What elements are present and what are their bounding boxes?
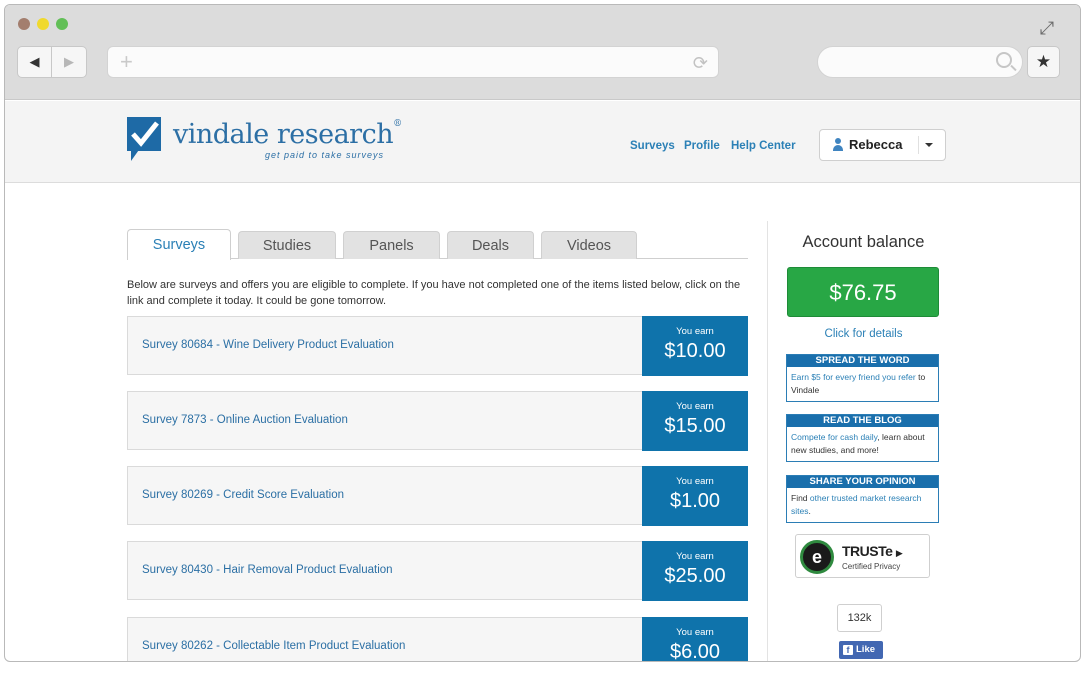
tab-surveys[interactable]: Surveys — [127, 229, 231, 260]
content-tabs: Surveys Studies Panels Deals Videos — [127, 229, 748, 260]
close-window-button[interactable] — [18, 18, 30, 30]
chevron-down-icon[interactable] — [925, 143, 933, 147]
browser-window: ⤢ ◀ ▶ + ⟳ ★ vindale research® get paid t… — [4, 4, 1081, 662]
user-menu-button[interactable]: Rebecca — [819, 129, 946, 161]
promo-link[interactable]: Compete for cash daily — [791, 432, 877, 442]
forward-button[interactable]: ▶ — [52, 46, 87, 78]
survey-row[interactable]: Survey 80430 - Hair Removal Product Eval… — [127, 541, 748, 601]
facebook-icon: f — [843, 645, 853, 655]
truste-seal-icon: e — [800, 540, 834, 574]
user-name: Rebecca — [849, 137, 903, 152]
user-icon — [832, 138, 844, 152]
truste-name: TRUSTe ▶ — [842, 543, 903, 559]
earn-label: You earn — [676, 401, 714, 412]
logo-wordmark: vindale research® — [173, 119, 402, 150]
promo-heading: READ THE BLOG — [787, 415, 938, 427]
promo-heading: SPREAD THE WORD — [787, 355, 938, 367]
earn-value: $10.00 — [664, 340, 726, 362]
earn-badge[interactable]: You earn $6.00 — [642, 617, 748, 662]
tab-studies[interactable]: Studies — [238, 231, 336, 259]
earn-label: You earn — [676, 627, 714, 638]
earn-value: $6.00 — [669, 641, 721, 662]
star-icon: ★ — [1035, 52, 1052, 71]
earn-badge[interactable]: You earn $25.00 — [642, 541, 748, 601]
earn-badge[interactable]: You earn $10.00 — [642, 316, 748, 376]
promo-body: Earn $5 for every friend you refer to Vi… — [791, 372, 926, 395]
back-button[interactable]: ◀ — [17, 46, 52, 78]
browser-toolbar: ⤢ ◀ ▶ + ⟳ ★ — [5, 5, 1080, 100]
earn-value: $25.00 — [664, 565, 726, 587]
earn-value: $15.00 — [664, 415, 726, 437]
promo-body: Find other trusted market research sites… — [791, 493, 922, 516]
checkmark-logo-icon — [127, 117, 161, 161]
truste-badge[interactable]: e TRUSTe ▶ Certified Privacy — [795, 534, 930, 578]
vindale-logo[interactable]: vindale research® get paid to take surve… — [127, 117, 402, 169]
earn-value: $1.00 — [669, 490, 721, 512]
tab-videos[interactable]: Videos — [541, 231, 637, 259]
column-divider — [767, 221, 768, 661]
promo-read-the-blog[interactable]: READ THE BLOG Compete for cash daily, le… — [786, 414, 939, 462]
survey-link[interactable]: Survey 80262 - Collectable Item Product … — [142, 640, 405, 652]
survey-link[interactable]: Survey 7873 - Online Auction Evaluation — [142, 414, 348, 426]
nav-link-help-center[interactable]: Help Center — [731, 140, 796, 152]
resize-icon[interactable]: ⤢ — [1036, 17, 1058, 39]
survey-row[interactable]: Survey 80269 - Credit Score Evaluation Y… — [127, 466, 748, 526]
earn-label: You earn — [676, 326, 714, 337]
promo-body: Compete for cash daily, learn about new … — [791, 432, 925, 455]
tab-panels[interactable]: Panels — [343, 231, 440, 259]
survey-row[interactable]: Survey 80262 - Collectable Item Product … — [127, 617, 748, 662]
bookmark-button[interactable]: ★ — [1027, 46, 1060, 78]
promo-share-your-opinion[interactable]: SHARE YOUR OPINION Find other trusted ma… — [786, 475, 939, 523]
survey-row[interactable]: Survey 80684 - Wine Delivery Product Eva… — [127, 316, 748, 376]
survey-link[interactable]: Survey 80430 - Hair Removal Product Eval… — [142, 564, 393, 576]
promo-link[interactable]: Earn $5 for every friend you refer — [791, 372, 916, 382]
account-balance-title: Account balance — [802, 233, 925, 251]
nav-link-profile[interactable]: Profile — [684, 140, 720, 152]
survey-link[interactable]: Survey 80684 - Wine Delivery Product Eva… — [142, 339, 394, 351]
forward-icon: ▶ — [64, 54, 74, 69]
site-header: vindale research® get paid to take surve… — [5, 101, 1080, 183]
earn-label: You earn — [676, 551, 714, 562]
plus-icon[interactable]: + — [120, 50, 133, 74]
back-icon: ◀ — [29, 54, 40, 69]
maximize-window-button[interactable] — [56, 18, 68, 30]
browser-search-input[interactable] — [817, 46, 1023, 78]
earn-label: You earn — [676, 476, 714, 487]
facebook-like-button[interactable]: f Like — [839, 641, 883, 659]
earn-badge[interactable]: You earn $1.00 — [642, 466, 748, 526]
minimize-window-button[interactable] — [37, 18, 49, 30]
promo-spread-the-word[interactable]: SPREAD THE WORD Earn $5 for every friend… — [786, 354, 939, 402]
balance-button[interactable]: $76.75 — [787, 267, 939, 317]
search-icon — [996, 52, 1012, 68]
reload-icon[interactable]: ⟳ — [693, 53, 708, 73]
promo-heading: SHARE YOUR OPINION — [787, 476, 938, 488]
truste-subtitle: Certified Privacy — [842, 562, 901, 571]
details-link[interactable]: Click for details — [787, 328, 940, 340]
nav-link-surveys[interactable]: Surveys — [630, 140, 675, 152]
earn-badge[interactable]: You earn $15.00 — [642, 391, 748, 451]
survey-link[interactable]: Survey 80269 - Credit Score Evaluation — [142, 489, 344, 501]
intro-text: Below are surveys and offers you are eli… — [127, 279, 741, 307]
address-bar[interactable]: + ⟳ — [107, 46, 719, 78]
logo-tagline: get paid to take surveys — [265, 150, 385, 160]
facebook-like-count: 132k — [837, 604, 882, 632]
survey-row[interactable]: Survey 7873 - Online Auction Evaluation … — [127, 391, 748, 451]
tab-deals[interactable]: Deals — [447, 231, 534, 259]
